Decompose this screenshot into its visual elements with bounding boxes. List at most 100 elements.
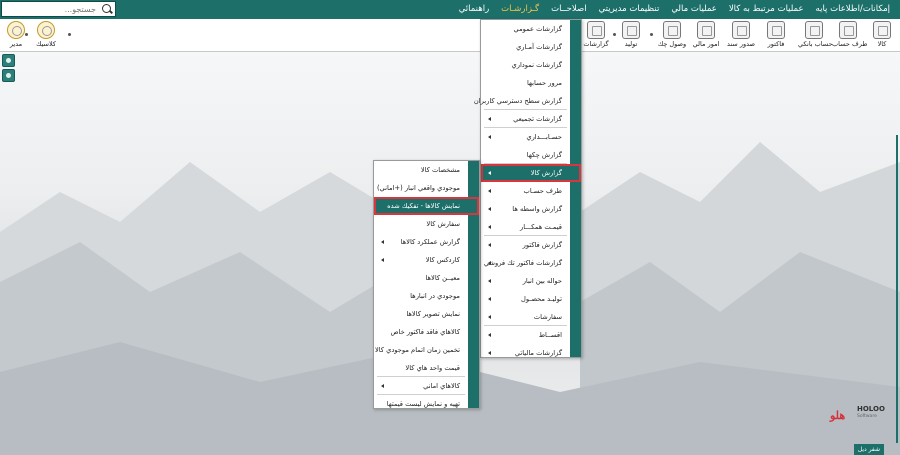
chevron-left-icon [488,333,491,337]
chevron-left-icon [488,189,491,193]
menu-item-product-production[interactable]: توليـد محصـول [481,290,581,308]
toolbar-production-button[interactable]: توليد [615,21,647,51]
factory-icon [622,21,640,39]
menu-item-unit-prices[interactable]: قيمت واحد هاي كالا [374,359,479,377]
chevron-left-icon [381,258,384,262]
menu-item-orders[interactable]: سفارشات [481,308,581,326]
menu-item-goods-cardex[interactable]: كاردكس كالا [374,251,479,269]
menu-item-label: معيــن كالاها [425,274,460,282]
menu-item-label: تهيه و نمايش ليست قيمتها [386,400,460,408]
menu-item-intermediaries-report[interactable]: گزارش واسطه ها [481,200,581,218]
menu-goods-operations[interactable]: عمليات مرتبط به كالا [723,0,810,19]
menu-item-statistical-reports[interactable]: گزارشات آمـاري [481,38,581,56]
chevron-left-icon [488,171,491,175]
chevron-left-icon [488,279,491,283]
menu-item-goods-without-invoice[interactable]: كالاهاي فاقد فاكتور خاص [374,323,479,341]
toolbar-invoice-button[interactable]: فاكتور [760,21,792,51]
main-menu: إمكانات/اطلاعات پايه عمليات مرتبط به كال… [453,0,896,19]
logo-mark: هلو [830,409,846,422]
user-icon[interactable] [2,69,15,82]
menu-item-goods-report[interactable]: گزارش كالا [481,164,581,182]
toolbar-admin-button[interactable]: مدير [0,21,32,51]
invoice-icon [767,21,785,39]
vertical-scroll-track[interactable] [896,135,898,443]
document-icon [732,21,750,39]
menu-item-stock-depletion-estimate[interactable]: تخمين زمان اتمام موجودي كالا [374,341,479,359]
menu-financial-operations[interactable]: عمليات مالي [665,0,722,19]
menu-bar: إمكانات/اطلاعات پايه عمليات مرتبط به كال… [0,0,900,19]
menu-item-goods-images[interactable]: نمايش تصوير كالاها [374,305,479,323]
chevron-left-icon [381,384,384,388]
menu-item-user-access-report[interactable]: گزارش سطح دسترسي كاربران [474,92,581,110]
chevron-down-icon[interactable] [650,33,653,36]
person-icon [839,21,857,39]
menu-item-checks-report[interactable]: گزارش چكها [481,146,581,164]
menu-reports[interactable]: گـزارشـات [495,0,545,19]
menu-item-label: سفارش كالا [426,220,460,228]
menu-item-label: موجودي واقعي انبار (+اماني) [376,184,460,192]
toolbar-goods-button[interactable]: كالا [866,21,898,51]
toolbar-issue-document-button[interactable]: صدور سند [725,21,757,51]
menu-item-accounting[interactable]: حسـابـــداري [481,128,581,146]
search-box[interactable] [1,1,116,17]
toolbar-collect-check-button[interactable]: وصول چك [656,21,688,51]
menu-item-label: نمايش كالاها - تفكيك شده [387,202,460,210]
menu-item-invoice-report[interactable]: گزارش فاكتور [481,236,581,254]
search-icon[interactable] [99,2,115,16]
menu-item-label: گزارشات عمومي [513,25,563,33]
menu-item-chart-reports[interactable]: گزارشات نموداري [481,56,581,74]
menu-item-goods-ledger[interactable]: معيــن كالاها [374,269,479,287]
menu-item-goods-specs[interactable]: مشخصات كالا [374,161,479,179]
menu-help[interactable]: راهنمائي [453,0,495,19]
holoo-logo: هلو HOLOO Software [830,402,885,424]
toolbar-classic-button[interactable]: كلاسيك [30,21,62,51]
toolbar-account-party-button[interactable]: طرف حساب [832,21,867,51]
menu-corrections[interactable]: اصلاحــات [545,0,592,19]
menu-item-warehouse-transfer[interactable]: حواله بين انبار [481,272,581,290]
toolbar-reports-button[interactable]: گزارشات [580,21,612,51]
menu-item-label: تخمين زمان اتمام موجودي كالا [374,346,460,354]
menu-item-label: قيمت واحد هاي كالا [405,364,460,372]
menu-basic-info[interactable]: إمكانات/اطلاعات پايه [810,0,896,19]
menu-item-label: سفارشات [533,313,562,321]
menu-item-warehouse-stock[interactable]: موجودي در انبارها [374,287,479,305]
menu-item-accounts-review[interactable]: مرور حسابها [481,74,581,92]
chevron-down-icon[interactable] [613,33,616,36]
menu-item-label: گزارش واسطه ها [512,205,562,213]
menu-item-label: گزارشات نموداري [511,61,562,69]
chevron-left-icon [488,261,491,265]
toolbar-label: صدور سند [726,40,756,48]
menu-item-label: گزارش كالا [530,169,562,177]
menu-item-label: گزارش چكها [526,151,562,159]
menu-item-show-goods-itemized[interactable]: نمايش كالاها - تفكيك شده [374,197,479,215]
menu-item-goods-performance[interactable]: گزارش عملكرد كالاها [374,233,479,251]
toolbar-bank-account-button[interactable]: حساب بانكي [798,21,833,51]
menu-item-label: توليـد محصـول [521,295,562,303]
info-icon[interactable] [2,54,15,67]
menu-item-aggregate-reports[interactable]: گزارشات تجميعي [481,110,581,128]
menu-item-label: گزارشات مالياتي [514,349,562,357]
menu-item-label: حواله بين انبار [522,277,562,285]
menu-item-consigned-goods[interactable]: كالاهاي اماني [374,377,479,395]
chevron-left-icon [488,225,491,229]
admin-icon [7,21,25,39]
palette-icon [37,21,55,39]
menu-item-general-reports[interactable]: گزارشات عمومي [481,20,581,38]
menu-item-label: گزارش فاكتور [522,241,562,249]
chevron-down-icon[interactable] [68,33,71,36]
menu-management-settings[interactable]: تنظيمات مديريتي [593,0,666,19]
menu-item-installments[interactable]: اقســاط [481,326,581,344]
menu-item-price-list[interactable]: تهيه و نمايش ليست قيمتها [374,395,479,413]
menu-item-single-sale-invoice-reports[interactable]: گزارشات فاكتور تك فروشي [481,254,581,272]
menu-item-partner-price[interactable]: قيمـت همكـــار [481,218,581,236]
menu-item-order-goods[interactable]: سفارش كالا [374,215,479,233]
toolbar-financial-affairs-button[interactable]: امور مالي [690,21,722,51]
chevron-left-icon [488,135,491,139]
search-input[interactable] [3,2,99,16]
chevron-left-icon [488,297,491,301]
menu-item-tax-reports[interactable]: گزارشات مالياتي [481,344,581,362]
menu-item-actual-stock[interactable]: موجودي واقعي انبار (+اماني) [374,179,479,197]
chevron-left-icon [488,207,491,211]
menu-item-account-party[interactable]: طرف حسـاب [481,182,581,200]
chevron-left-icon [488,351,491,355]
